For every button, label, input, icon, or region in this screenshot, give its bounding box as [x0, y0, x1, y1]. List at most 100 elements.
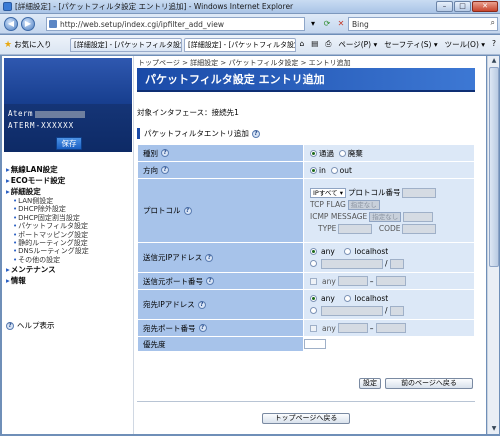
help-icon[interactable]: ?	[197, 300, 206, 309]
nav-port-mapping[interactable]: ポートマッピング設定	[6, 231, 132, 239]
nav-dhcp-fixed[interactable]: DHCP固定割当設定	[6, 214, 132, 222]
device-panel: Aterm ATERM-XXXXXX 保存	[4, 58, 132, 152]
top-page-button[interactable]: トップページへ戻る	[262, 413, 350, 424]
protocol-number-input[interactable]	[402, 187, 437, 198]
row-direction: 方向? in out	[137, 161, 475, 179]
dropdown-icon[interactable]: ▾	[307, 17, 319, 31]
search-icon[interactable]: ⌕	[491, 18, 495, 28]
close-button[interactable]: ✕	[472, 1, 498, 12]
help-icon[interactable]: ?	[161, 149, 169, 157]
any-label: any	[321, 247, 335, 256]
back-button[interactable]: 前のページへ戻る	[385, 378, 473, 389]
vertical-scrollbar[interactable]: ▲ ▼	[487, 56, 499, 434]
window-controls: – □ ✕	[436, 1, 498, 12]
help-icon[interactable]: ?	[492, 39, 496, 50]
icmp-code-input[interactable]	[402, 223, 437, 234]
icmp-type-input[interactable]	[338, 223, 373, 234]
help-icon[interactable]: ?	[161, 166, 169, 174]
nav-other[interactable]: その他の設定	[6, 256, 132, 264]
priority-input[interactable]	[304, 339, 326, 349]
home-icon[interactable]: ⌂	[300, 39, 305, 50]
scroll-down-icon[interactable]: ▼	[489, 424, 499, 434]
page-menu[interactable]: ページ(P) ▾	[338, 39, 377, 50]
tab-2[interactable]: [詳細設定] - [パケットフィルタ設定 エ...	[184, 38, 296, 52]
search-placeholder: Bing	[352, 19, 369, 29]
nav-wireless-lan[interactable]: 無線LAN設定	[6, 164, 132, 175]
window-titlebar: [詳細設定] - [パケットフィルタ設定 エントリ追加] - Windows I…	[0, 0, 500, 14]
redacted-model	[35, 110, 86, 118]
out-radio[interactable]	[330, 167, 338, 174]
help-icon[interactable]: ?	[183, 206, 192, 215]
source-ip-input[interactable]	[321, 258, 383, 269]
tcp-flag-select[interactable]: 指定なし	[347, 199, 380, 210]
refresh-icon[interactable]: ⟳	[321, 17, 333, 31]
url-field[interactable]: http://web.setup/index.cgi/ipfilter_add_…	[46, 17, 305, 31]
source-localhost-radio[interactable]	[343, 248, 351, 255]
feeds-icon[interactable]: ▤	[311, 39, 318, 50]
maximize-button[interactable]: □	[454, 1, 471, 12]
section-title: パケットフィルタエントリ追加 ?	[137, 128, 260, 139]
icmp-message-input[interactable]	[403, 211, 434, 222]
dash-text: –	[369, 323, 374, 333]
dest-any-radio[interactable]	[310, 295, 317, 302]
drop-radio[interactable]	[338, 150, 346, 157]
type-label: 種別	[143, 148, 158, 158]
pass-radio[interactable]	[310, 150, 317, 157]
in-label: in	[319, 165, 326, 175]
icmp-code-label: CODE	[378, 224, 401, 233]
dest-ip-radio[interactable]	[310, 307, 317, 314]
help-icon[interactable]: ?	[205, 253, 214, 262]
help-icon[interactable]: ?	[198, 324, 207, 332]
protocol-number-label: プロトコル番号	[347, 188, 401, 197]
help-icon[interactable]: ?	[251, 129, 260, 138]
icmp-message-label: ICMP MESSAGE	[310, 212, 368, 221]
nav-advanced[interactable]: 詳細設定	[6, 186, 132, 197]
url-text: http://web.setup/index.cgi/ipfilter_add_…	[60, 19, 224, 29]
nav-dns-routing[interactable]: DNSルーティング設定	[6, 247, 132, 255]
dest-port-to-input[interactable]	[375, 323, 406, 333]
source-port-to-input[interactable]	[375, 276, 406, 286]
scroll-up-icon[interactable]: ▲	[489, 56, 499, 66]
source-ip-radio[interactable]	[310, 260, 317, 267]
dest-port-from-input[interactable]	[337, 323, 368, 333]
page-icon	[49, 20, 57, 28]
source-port-any-checkbox[interactable]	[310, 277, 317, 285]
minimize-button[interactable]: –	[436, 1, 453, 12]
row-source-ip: 送信元IPアドレス? any localhost /	[137, 242, 475, 273]
source-port-label: 送信元ポート番号	[143, 276, 203, 286]
dest-ip-input[interactable]	[321, 305, 383, 316]
nav-packet-filter[interactable]: パケットフィルタ設定	[6, 222, 132, 230]
protocol-select[interactable]: IPすべて ▾	[310, 187, 346, 198]
nav-dhcp-exclude[interactable]: DHCP除外設定	[6, 205, 132, 213]
set-button[interactable]: 設定	[359, 378, 381, 389]
help-icon[interactable]: ?	[206, 277, 214, 285]
back-icon[interactable]: ◀	[4, 17, 18, 31]
row-source-port: 送信元ポート番号? any –	[137, 272, 475, 290]
source-any-radio[interactable]	[310, 248, 317, 255]
icmp-message-select[interactable]: 指定なし	[369, 211, 402, 222]
favorites-button[interactable]: ★ お気に入り	[4, 39, 52, 50]
tab-1[interactable]: [詳細設定] - [パケットフィルタ設定 ...	[70, 38, 182, 52]
filter-form: 種別? 通過 廃棄 方向? in out プロトコル? IPすべて ▾ プロトコル…	[137, 144, 475, 352]
nav-eco-mode[interactable]: ECOモード設定	[6, 175, 132, 186]
nav-info[interactable]: 情報	[6, 275, 132, 286]
scroll-thumb[interactable]	[489, 67, 499, 267]
source-port-from-input[interactable]	[337, 276, 368, 286]
print-icon[interactable]: ⎙	[325, 39, 331, 50]
star-icon: ★	[4, 39, 13, 50]
tools-menu[interactable]: ツール(O) ▾	[445, 39, 485, 50]
dest-localhost-radio[interactable]	[343, 295, 351, 302]
search-input[interactable]: Bing ⌕	[348, 17, 498, 31]
forward-icon[interactable]: ▶	[21, 17, 35, 31]
dest-mask-input[interactable]	[389, 305, 404, 316]
in-radio[interactable]	[310, 167, 317, 174]
safety-menu[interactable]: セーフティ(S) ▾	[384, 39, 437, 50]
nav-maintenance[interactable]: メンテナンス	[6, 264, 132, 275]
tab-label: [詳細設定] - [パケットフィルタ設定 エ...	[188, 41, 296, 49]
sidebar: Aterm ATERM-XXXXXX 保存 無線LAN設定 ECOモード設定 詳…	[2, 56, 134, 434]
help-link[interactable]: ? ヘルプ表示	[6, 320, 55, 331]
source-mask-input[interactable]	[389, 258, 404, 269]
dest-port-any-checkbox[interactable]	[310, 324, 317, 332]
save-button[interactable]: 保存	[56, 137, 82, 150]
stop-icon[interactable]: ✕	[335, 17, 347, 31]
